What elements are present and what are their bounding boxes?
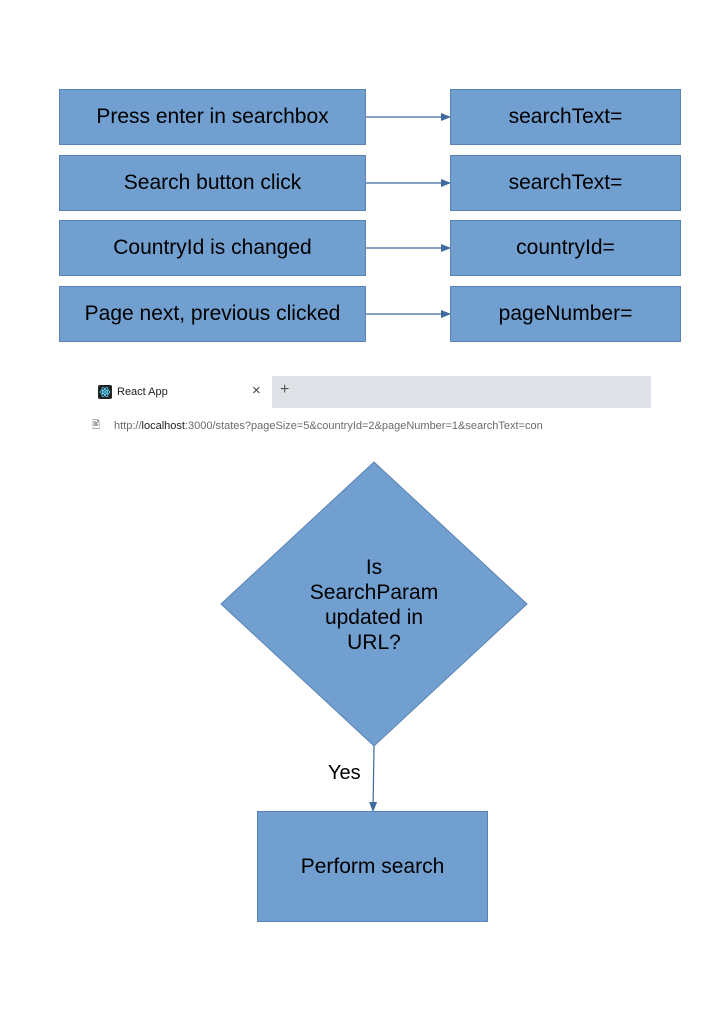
address-bar[interactable]: 🖹 http://localhost:3000/states?pageSize=…: [92, 418, 543, 434]
param-box-searchtext: searchText=: [450, 89, 681, 145]
question-line: updated in: [324, 606, 424, 629]
param-label: searchText=: [508, 105, 623, 128]
browser-tab-strip: React App × +: [94, 376, 651, 408]
url-path: :3000/states?pageSize=5&countryId=2&page…: [184, 420, 543, 432]
question-line: Is: [365, 556, 383, 579]
trigger-box-page-navigation: Page next, previous clicked: [59, 286, 366, 342]
yes-label: Yes: [328, 762, 361, 784]
trigger-label: Page next, previous clicked: [84, 302, 341, 325]
decision-question: Is SearchParam updated in URL?: [284, 555, 464, 655]
new-tab-icon[interactable]: +: [280, 381, 289, 399]
param-label: pageNumber=: [498, 302, 633, 325]
param-box-pagenumber: pageNumber=: [450, 286, 681, 342]
param-box-countryid: countryId=: [450, 220, 681, 276]
question-line: SearchParam: [309, 581, 439, 604]
param-label: searchText=: [508, 171, 623, 194]
trigger-label: Press enter in searchbox: [96, 105, 329, 128]
react-logo-icon: [98, 385, 112, 399]
trigger-box-search-button: Search button click: [59, 155, 366, 211]
page-info-icon: 🖹: [92, 419, 101, 431]
trigger-box-countryid: CountryId is changed: [59, 220, 366, 276]
trigger-label: Search button click: [123, 171, 302, 194]
tab-title: React App: [117, 386, 168, 398]
trigger-box-enter-searchbox: Press enter in searchbox: [59, 89, 366, 145]
question-line: URL?: [347, 631, 401, 654]
url-scheme: http://: [114, 420, 142, 432]
param-box-searchtext: searchText=: [450, 155, 681, 211]
browser-tab[interactable]: React App ×: [94, 376, 272, 408]
yes-arrow: [369, 745, 378, 812]
param-label: countryId=: [516, 236, 615, 259]
perform-search-box: Perform search: [257, 811, 488, 922]
close-tab-icon[interactable]: ×: [252, 382, 261, 399]
url-host: localhost: [141, 420, 185, 432]
trigger-label: CountryId is changed: [113, 236, 312, 259]
action-label: Perform search: [300, 854, 445, 878]
